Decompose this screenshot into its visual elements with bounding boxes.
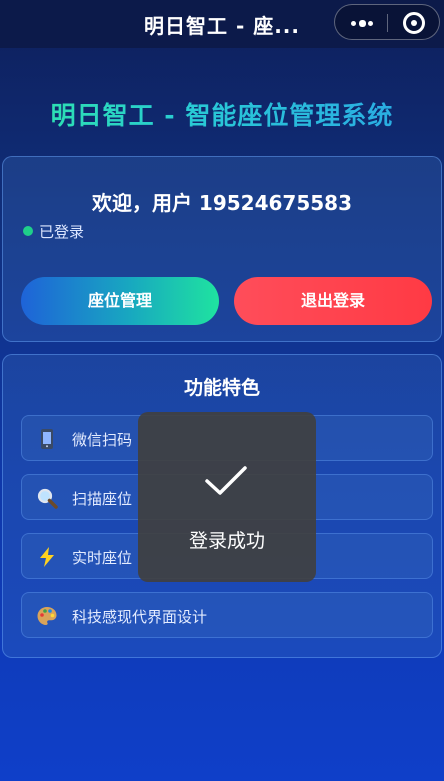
navigation-bar: 明日智工 - 座... — [0, 0, 444, 48]
feature-label: 扫描座位 — [72, 490, 133, 508]
features-title: 功能特色 — [183, 377, 260, 399]
feature-label: 微信扫码 — [72, 431, 133, 449]
toast-message: 登录成功 — [188, 530, 265, 552]
lightning-icon — [40, 547, 54, 567]
palette-icon — [37, 607, 57, 625]
app-title: 明日智工 - 智能座位管理系统 — [0, 96, 444, 132]
feature-label: 科技感现代界面设计 — [72, 608, 208, 626]
checkmark-icon — [205, 466, 247, 495]
phone-icon — [41, 429, 53, 449]
capsule-divider — [387, 14, 388, 32]
status-dot-icon — [23, 226, 33, 236]
mini-program-capsule — [334, 4, 440, 40]
login-success-toast: 登录成功 — [138, 412, 316, 582]
logout-button[interactable]: 退出登录 — [234, 277, 432, 325]
more-dots-icon[interactable] — [351, 19, 373, 27]
feature-item: 科技感现代界面设计 — [21, 592, 433, 638]
welcome-card: 欢迎，用户 19524675583 已登录 座位管理 退出登录 — [2, 156, 442, 342]
circle-close-icon[interactable] — [403, 12, 425, 34]
seat-management-button[interactable]: 座位管理 — [21, 277, 219, 325]
feature-label: 实时座位 — [72, 549, 133, 567]
magnifier-icon — [37, 488, 58, 509]
welcome-text: 欢迎，用户 19524675583 — [91, 191, 353, 215]
login-status: 已登录 — [39, 223, 85, 241]
